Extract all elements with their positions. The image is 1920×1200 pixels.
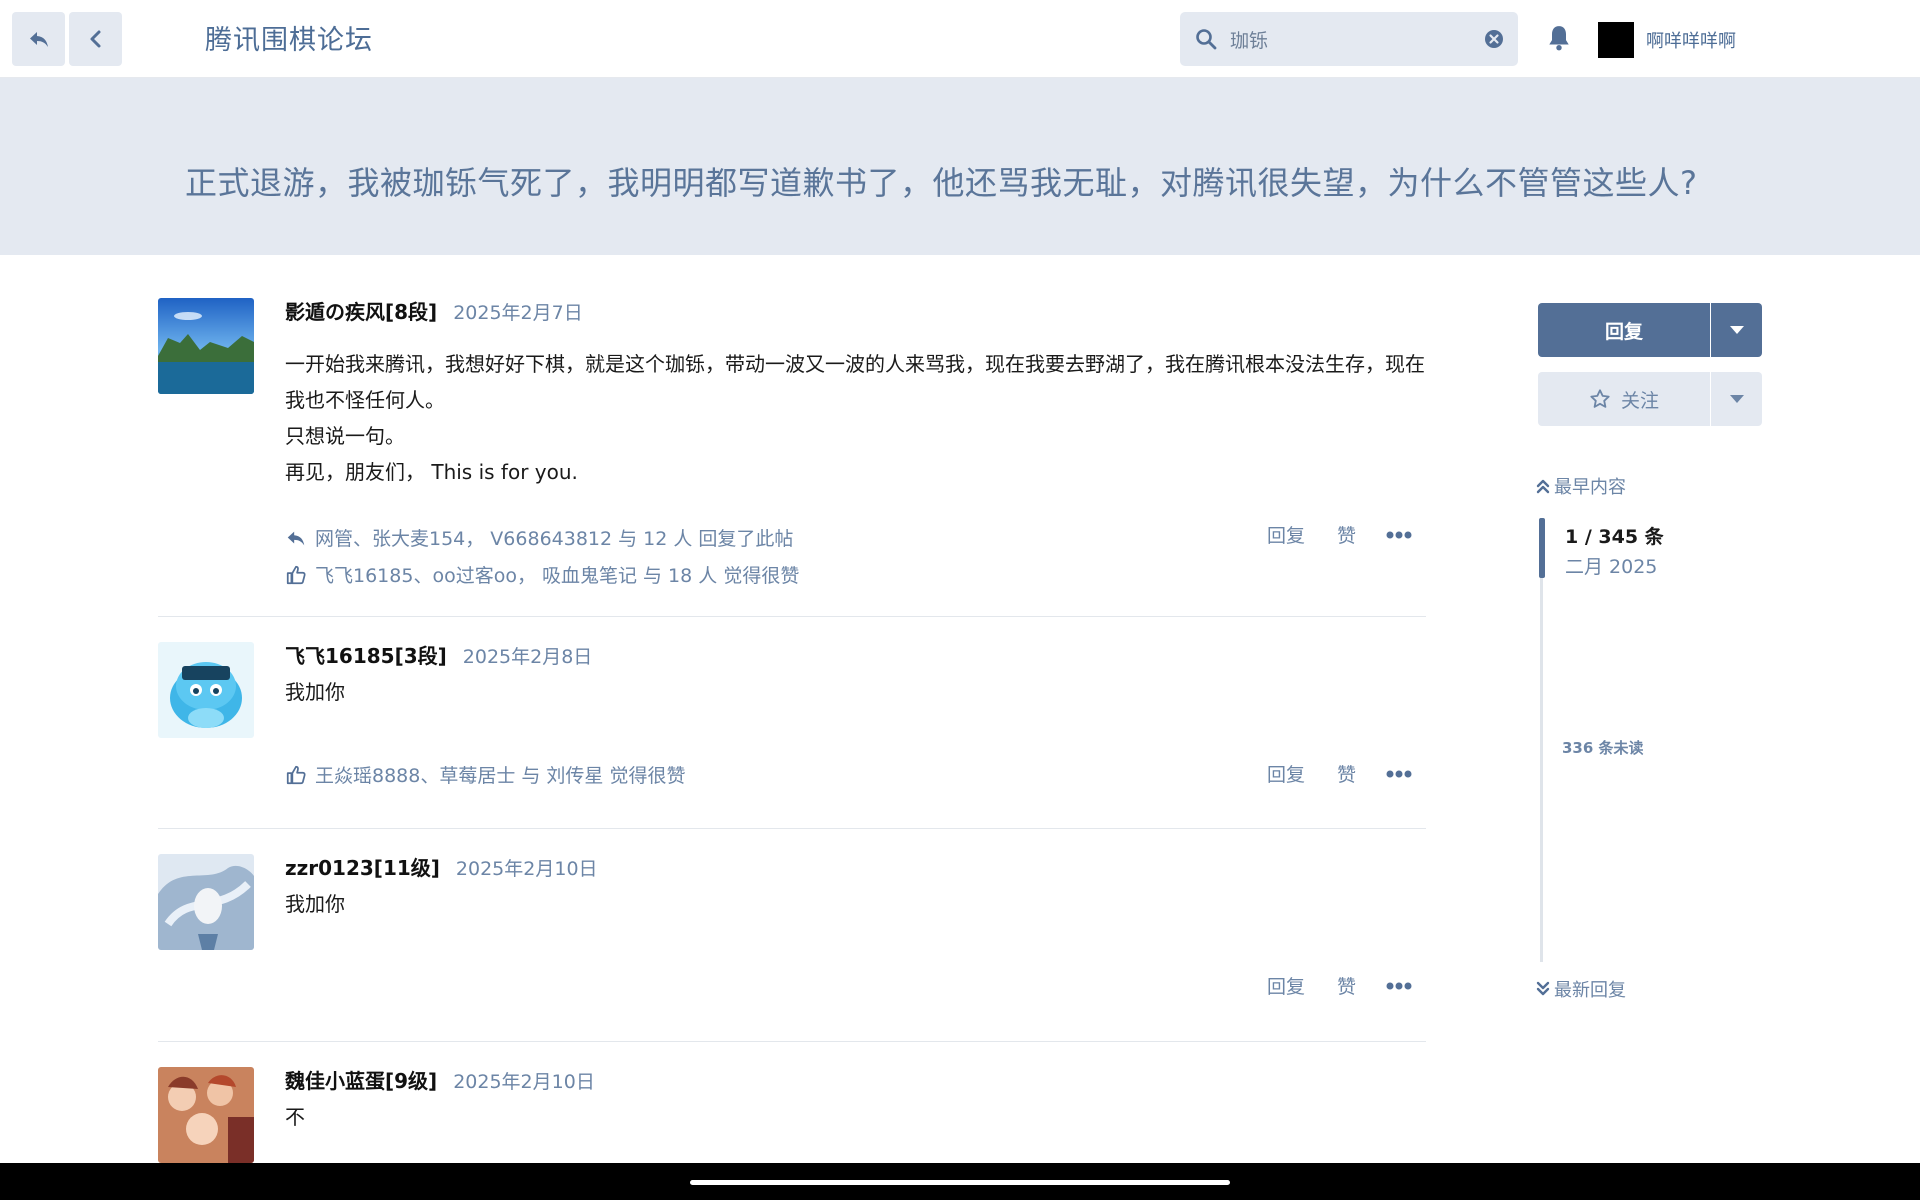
follow-button[interactable]: 关注	[1538, 372, 1710, 426]
likes-summary[interactable]: 王焱瑶8888、草莓居士 与 刘传星 觉得很赞	[285, 761, 685, 788]
topic-reply-button[interactable]: 回复	[1538, 303, 1710, 357]
topic-banner: 正式退游，我被珈铄气死了，我明明都写道歉书了，他还骂我无耻，对腾讯很失望，为什么…	[0, 78, 1920, 255]
avatar[interactable]	[158, 1067, 254, 1163]
search-box[interactable]	[1180, 12, 1518, 66]
follow-button-label: 关注	[1620, 389, 1659, 412]
likes-summary-text: 飞飞16185、oo过客oo， 吸血鬼笔记 与 18 人 觉得很赞	[315, 565, 800, 587]
post-actions: 回复 赞	[1235, 760, 1412, 787]
more-options-icon[interactable]	[1386, 982, 1412, 990]
post-actions: 回复 赞	[1235, 521, 1412, 548]
like-button[interactable]: 赞	[1337, 760, 1356, 787]
user-avatar[interactable]	[1598, 22, 1634, 58]
timeline-date: 二月 2025	[1565, 556, 1658, 578]
follow-dropdown-button[interactable]	[1711, 372, 1762, 426]
double-chevron-down-icon	[1536, 981, 1550, 996]
more-options-icon[interactable]	[1386, 770, 1412, 778]
avatar[interactable]	[158, 642, 254, 738]
post-text-line: 再见，朋友们， This is for you.	[285, 460, 578, 484]
post-text-line: 一开始我来腾讯，我想好好下棋，就是这个珈铄，带动一波又一波的人来骂我，现在我要去…	[285, 352, 1425, 412]
jump-to-earliest[interactable]: 最早内容	[1536, 473, 1626, 499]
post-item: 魏佳小蓝蛋[9级] 2025年2月10日 不	[158, 1042, 1426, 1172]
post-item: 影遁の疾风[8段] 2025年2月7日 一开始我来腾讯，我想好好下棋，就是这个珈…	[158, 255, 1426, 617]
home-indicator[interactable]	[690, 1180, 1230, 1185]
top-header: 腾讯围棋论坛 啊咩咩咩啊	[0, 0, 1920, 78]
reply-button[interactable]: 回复	[1267, 760, 1305, 787]
timeline-track[interactable]	[1540, 518, 1543, 962]
user-name[interactable]: 啊咩咩咩啊	[1646, 27, 1736, 53]
caret-down-icon	[1729, 395, 1744, 403]
post-author[interactable]: zzr0123[11级]	[285, 852, 440, 881]
thumbs-up-icon	[286, 765, 306, 784]
post-author[interactable]: 飞飞16185[3段]	[285, 640, 447, 669]
reply-arrow-icon	[29, 32, 48, 47]
chevron-left-icon	[90, 30, 100, 48]
timeline-unread[interactable]: 336 条未读	[1562, 737, 1644, 758]
post-body: 一开始我来腾讯，我想好好下棋，就是这个珈铄，带动一波又一波的人来骂我，现在我要去…	[285, 346, 1425, 490]
post-date[interactable]: 2025年2月7日	[453, 298, 583, 325]
reply-dropdown-button[interactable]	[1711, 303, 1762, 357]
earliest-label: 最早内容	[1554, 477, 1626, 498]
more-options-icon[interactable]	[1386, 531, 1412, 539]
notification-bell-icon[interactable]	[1546, 24, 1572, 52]
star-icon	[1590, 389, 1610, 408]
reply-arrow-icon	[287, 531, 305, 545]
search-icon	[1196, 29, 1217, 50]
post-body: 不	[285, 1099, 1425, 1135]
back-button[interactable]	[69, 12, 122, 66]
post-text-line: 我加你	[285, 892, 345, 916]
post-date[interactable]: 2025年2月10日	[453, 1067, 595, 1094]
replies-summary[interactable]: 网管、张大麦154， V668643812 与 12 人 回复了此帖	[285, 524, 793, 551]
post-text-line: 不	[285, 1105, 305, 1129]
search-input[interactable]	[1230, 24, 1460, 54]
post-text-line: 只想说一句。	[285, 424, 405, 448]
post-body: 我加你	[285, 674, 1425, 710]
timeline-post-count: 1 / 345 条	[1565, 526, 1664, 548]
post-author[interactable]: 魏佳小蓝蛋[9级]	[285, 1065, 437, 1094]
thumbs-up-icon	[286, 565, 306, 584]
latest-label: 最新回复	[1554, 980, 1626, 1001]
post-item: zzr0123[11级] 2025年2月10日 我加你 回复 赞	[158, 829, 1426, 1042]
forum-title[interactable]: 腾讯围棋论坛	[205, 18, 373, 57]
back-reply-button[interactable]	[12, 12, 65, 66]
double-chevron-up-icon	[1536, 479, 1550, 494]
post-author[interactable]: 影遁の疾风[8段]	[285, 296, 437, 325]
like-button[interactable]: 赞	[1337, 972, 1356, 999]
likes-summary[interactable]: 飞飞16185、oo过客oo， 吸血鬼笔记 与 18 人 觉得很赞	[285, 561, 799, 588]
post-text-line: 我加你	[285, 680, 345, 704]
timeline-handle[interactable]	[1539, 518, 1545, 578]
post-item: 飞飞16185[3段] 2025年2月8日 我加你 王焱瑶8888、草莓居士 与…	[158, 617, 1426, 829]
caret-down-icon	[1729, 326, 1744, 334]
jump-to-latest[interactable]: 最新回复	[1536, 976, 1626, 1002]
post-actions: 回复 赞	[1235, 972, 1412, 999]
clear-search-icon[interactable]	[1484, 29, 1504, 49]
replies-summary-text: 网管、张大麦154， V668643812 与 12 人 回复了此帖	[315, 528, 794, 550]
avatar[interactable]	[158, 854, 254, 950]
post-date[interactable]: 2025年2月8日	[463, 642, 593, 669]
system-bottom-bar	[0, 1163, 1920, 1200]
avatar[interactable]	[158, 298, 254, 394]
reply-button[interactable]: 回复	[1267, 972, 1305, 999]
post-body: 我加你	[285, 886, 1425, 922]
likes-summary-text: 王焱瑶8888、草莓居士 与 刘传星 觉得很赞	[315, 765, 686, 787]
topic-title: 正式退游，我被珈铄气死了，我明明都写道歉书了，他还骂我无耻，对腾讯很失望，为什么…	[185, 164, 1698, 202]
post-date[interactable]: 2025年2月10日	[456, 854, 598, 881]
reply-button[interactable]: 回复	[1267, 521, 1305, 548]
like-button[interactable]: 赞	[1337, 521, 1356, 548]
